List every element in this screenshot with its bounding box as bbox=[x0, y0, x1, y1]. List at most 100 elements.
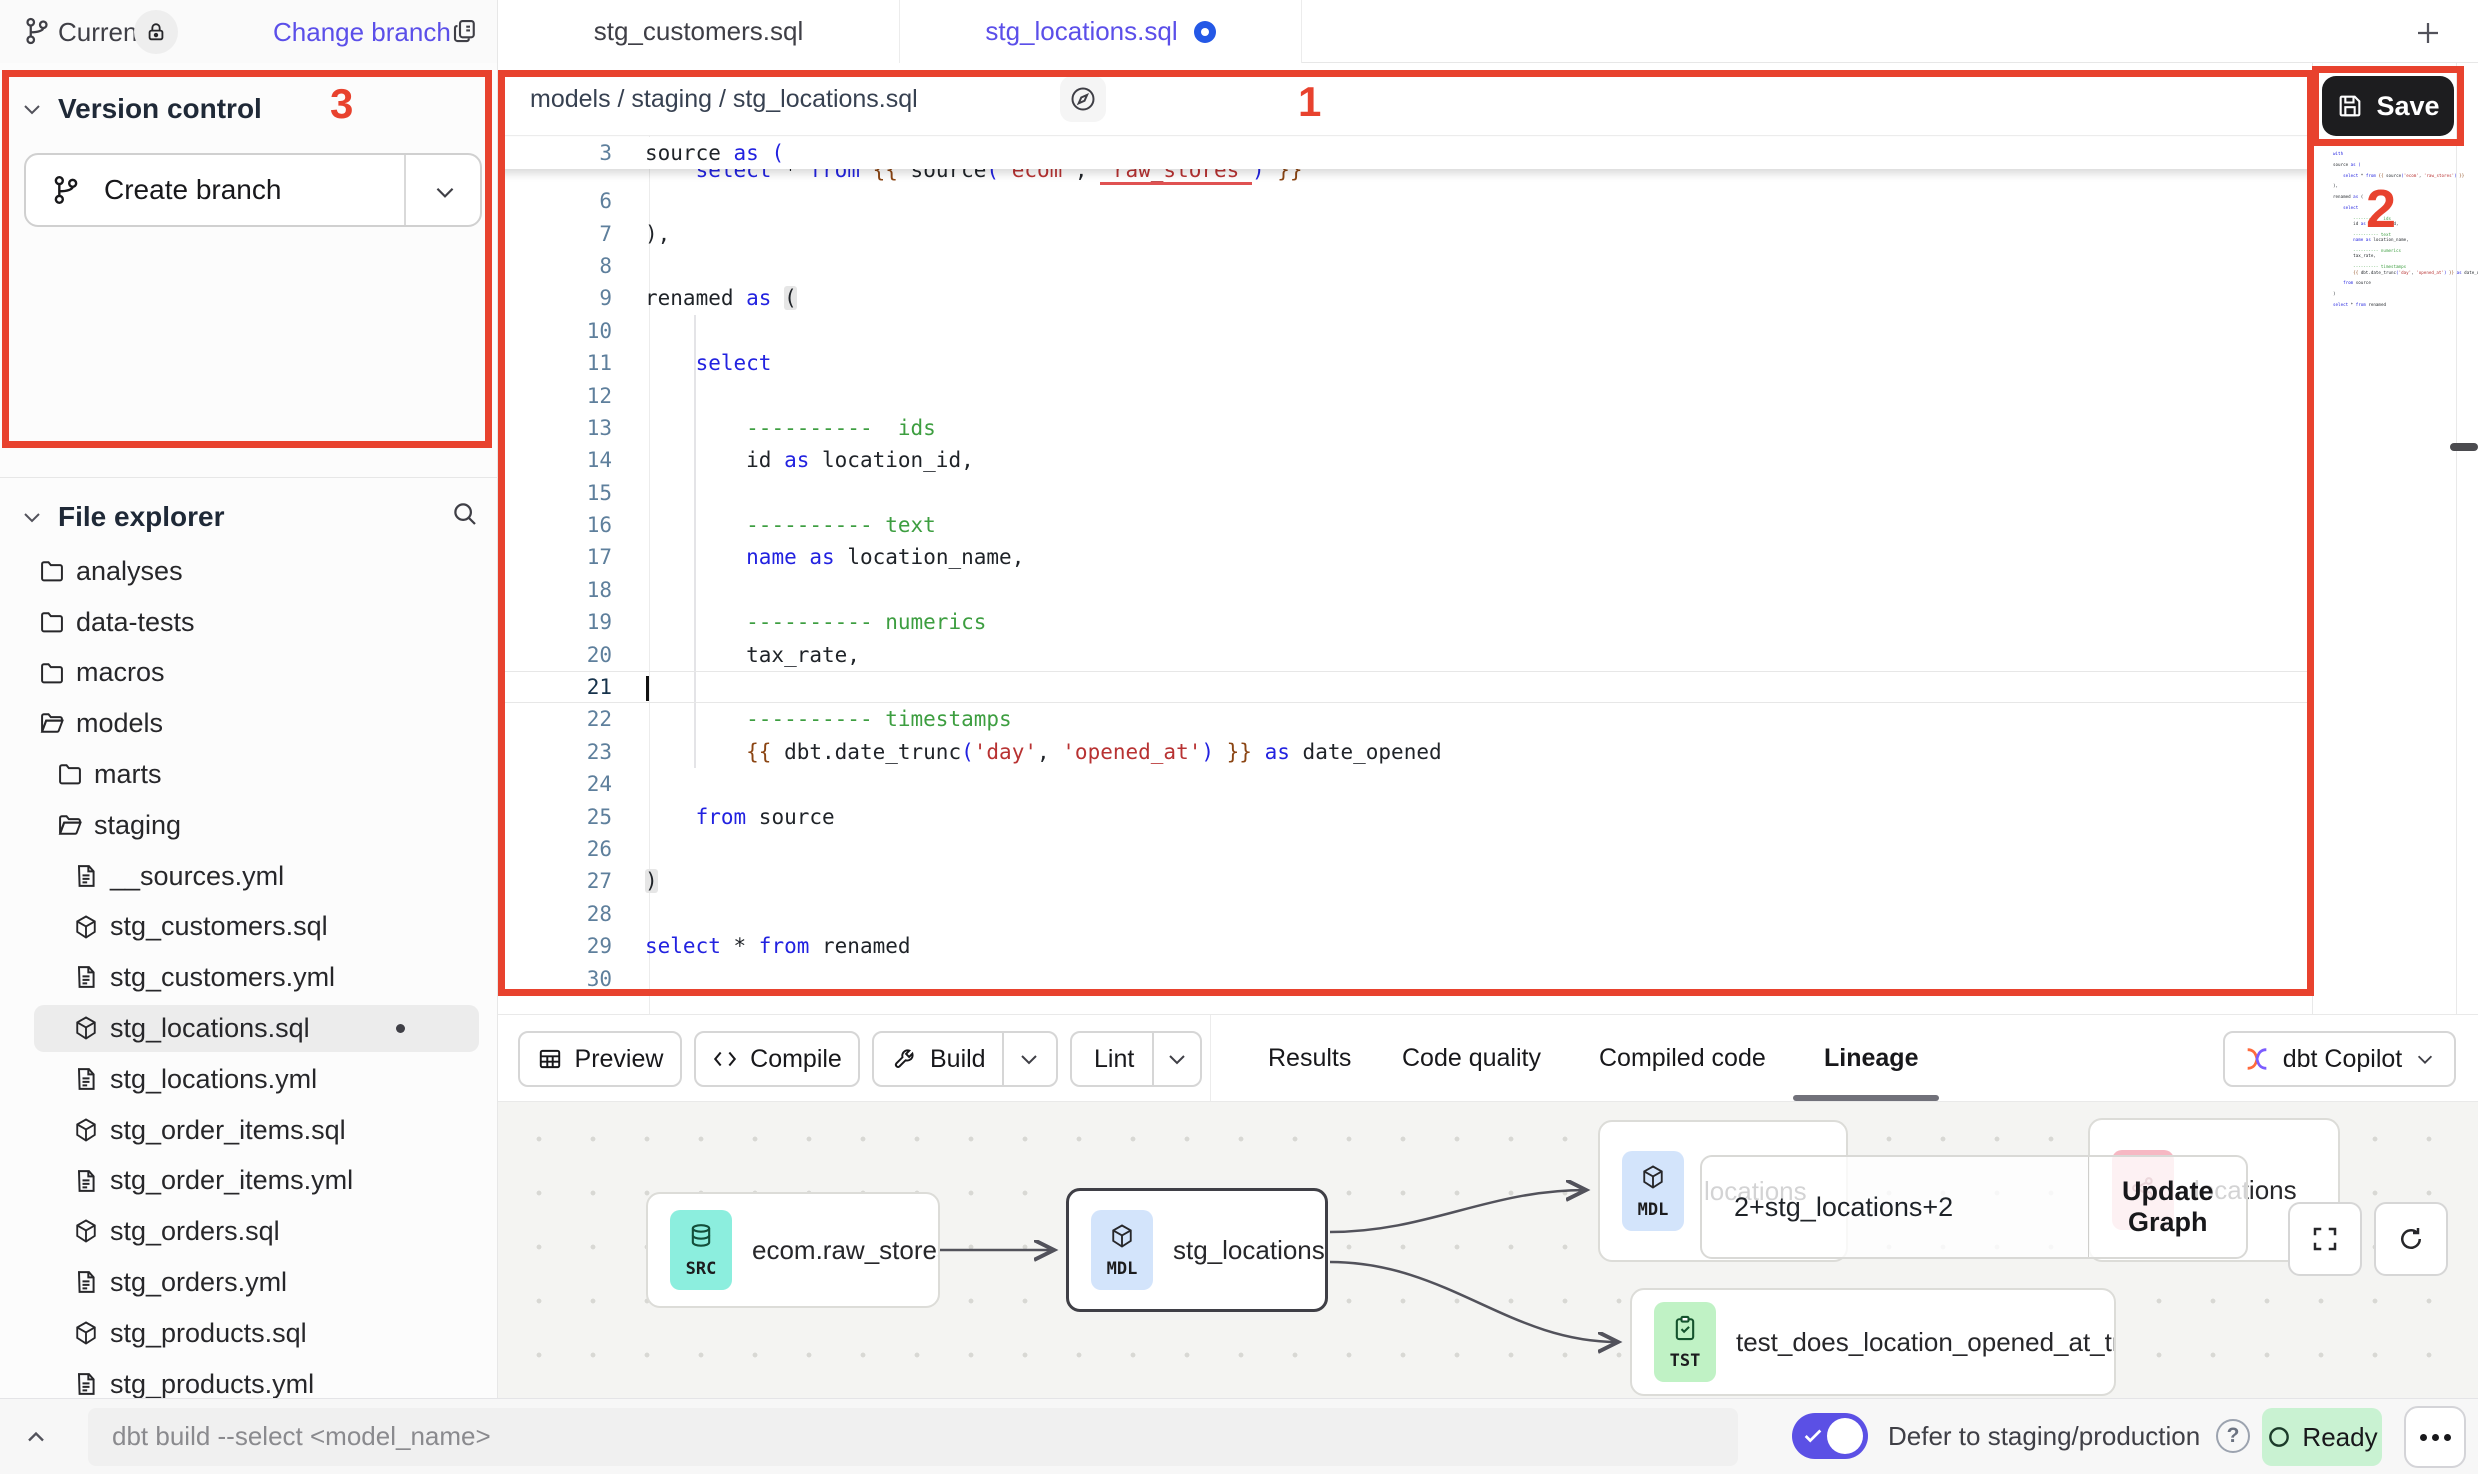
file-tree-item-__sources.yml[interactable]: __sources.yml bbox=[0, 851, 497, 902]
file-tree-item-stg_customers.sql[interactable]: stg_customers.sql bbox=[0, 902, 497, 953]
minimap-panel: withsource as ( select * from {{ source(… bbox=[2312, 63, 2478, 1014]
build-dropdown[interactable] bbox=[1002, 1033, 1054, 1085]
lineage-node-stg_locations[interactable]: MDLstg_locations bbox=[1066, 1188, 1328, 1312]
compile-button[interactable]: Compile bbox=[694, 1031, 860, 1087]
node-type-badge: SRC bbox=[670, 1210, 732, 1290]
copilot-compass-button[interactable] bbox=[1060, 76, 1106, 122]
folder-icon bbox=[38, 659, 66, 694]
preview-button[interactable]: Preview bbox=[518, 1031, 682, 1087]
search-icon[interactable] bbox=[450, 499, 480, 529]
git-branch-icon bbox=[22, 16, 52, 46]
code-line-9: 9renamed as ( bbox=[498, 282, 2312, 314]
file-tree-item-stg_orders.sql[interactable]: stg_orders.sql bbox=[0, 1206, 497, 1257]
code-line-21: 21 bbox=[498, 671, 2312, 703]
code-line-22: 22 ---------- timestamps bbox=[498, 703, 2312, 735]
badge-label: MDL bbox=[1107, 1259, 1138, 1279]
minimap[interactable]: withsource as ( select * from {{ source(… bbox=[2333, 151, 2451, 313]
code-line-17: 17 name as location_name, bbox=[498, 541, 2312, 573]
branch-read-only-badge bbox=[134, 10, 178, 54]
file-tree-item-stg_order_items.yml[interactable]: stg_order_items.yml bbox=[0, 1156, 497, 1207]
panel-resize-handle[interactable] bbox=[2450, 443, 2478, 451]
chevron-down-icon bbox=[1017, 1047, 1041, 1071]
editor-tab-stg_locations.sql[interactable]: stg_locations.sql bbox=[900, 0, 1302, 63]
lineage-node-test_does_location_opened_at_trunc_t-[interactable]: TSTtest_does_location_opened_at_trunc_t… bbox=[1630, 1288, 2116, 1396]
file-name: stg_order_items.yml bbox=[110, 1165, 353, 1196]
line-number: 19 bbox=[498, 610, 612, 634]
chevron-down-icon[interactable] bbox=[432, 179, 458, 205]
doc-icon bbox=[72, 1268, 100, 1303]
file-tree-item-stg_locations.yml[interactable]: stg_locations.yml bbox=[0, 1054, 497, 1105]
code-line-30: 30 bbox=[498, 962, 2312, 994]
lineage-graph[interactable]: SRCecom.raw_storesMDLstg_locationsMDLloc… bbox=[498, 1102, 2478, 1398]
code-icon bbox=[712, 1046, 738, 1072]
help-icon[interactable]: ? bbox=[2216, 1419, 2250, 1453]
lineage-selector-input[interactable] bbox=[1702, 1157, 2088, 1257]
plus-icon bbox=[2413, 18, 2443, 48]
divider bbox=[0, 477, 497, 478]
update-graph-button[interactable]: Update Graph bbox=[2089, 1176, 2246, 1238]
build-button[interactable]: Build bbox=[872, 1031, 1058, 1087]
file-tree-item-stg_orders.yml[interactable]: stg_orders.yml bbox=[0, 1257, 497, 1308]
create-branch-button[interactable]: Create branch bbox=[24, 153, 482, 227]
code-text: name as location_name, bbox=[645, 545, 1024, 569]
line-number: 3 bbox=[498, 141, 612, 165]
compass-icon bbox=[1069, 85, 1097, 113]
folder-open-icon bbox=[38, 709, 66, 744]
refresh-icon bbox=[2396, 1224, 2426, 1254]
panel-tab-compiled-code[interactable]: Compiled code bbox=[1599, 1015, 1766, 1101]
version-control-header[interactable]: Version control bbox=[20, 93, 262, 125]
file-tree-item-models[interactable]: models bbox=[0, 698, 497, 749]
code-line-29: 29select * from renamed bbox=[498, 930, 2312, 962]
line-number: 13 bbox=[498, 416, 612, 440]
file-tree-item-stg_order_items.sql[interactable]: stg_order_items.sql bbox=[0, 1105, 497, 1156]
preview-label: Preview bbox=[575, 1045, 664, 1074]
file-tree-item-data-tests[interactable]: data-tests bbox=[0, 597, 497, 648]
change-branch-link[interactable]: Change branch bbox=[273, 17, 451, 48]
ready-label: Ready bbox=[2302, 1422, 2377, 1453]
lineage-selector-overlay: Update Graph bbox=[1700, 1155, 2248, 1259]
line-number: 20 bbox=[498, 643, 612, 667]
code-text: source as ( bbox=[645, 141, 784, 165]
fullscreen-button[interactable] bbox=[2288, 1202, 2362, 1276]
new-tab-button[interactable] bbox=[2408, 13, 2448, 53]
file-tree-item-macros[interactable]: macros bbox=[0, 648, 497, 699]
file-name: stg_locations.sql bbox=[110, 1013, 310, 1044]
editor-tab-stg_customers.sql[interactable]: stg_customers.sql bbox=[498, 0, 900, 63]
file-tree-item-staging[interactable]: staging bbox=[0, 800, 497, 851]
version-control-title: Version control bbox=[58, 93, 262, 125]
file-name: data-tests bbox=[76, 607, 195, 638]
chevron-up-icon[interactable] bbox=[22, 1423, 50, 1451]
copy-icon[interactable] bbox=[450, 16, 480, 46]
sticky-scroll-line: 3 source as ( bbox=[498, 137, 2312, 169]
code-text: tax_rate, bbox=[645, 643, 860, 667]
file-tree-item-stg_locations.sql[interactable]: stg_locations.sql bbox=[0, 1003, 497, 1054]
file-tree-item-analyses[interactable]: analyses bbox=[0, 546, 497, 597]
defer-toggle[interactable] bbox=[1792, 1413, 1868, 1459]
lint-dropdown[interactable] bbox=[1152, 1033, 1200, 1085]
line-number: 30 bbox=[498, 967, 612, 991]
more-options-button[interactable] bbox=[2404, 1406, 2466, 1468]
code-editor[interactable]: 67),89renamed as (1011 select1213 ------… bbox=[498, 136, 2312, 1014]
node-type-badge: MDL bbox=[1622, 1151, 1684, 1231]
line-number: 8 bbox=[498, 254, 612, 278]
file-explorer-header[interactable]: File explorer bbox=[20, 501, 480, 533]
refresh-button[interactable] bbox=[2374, 1202, 2448, 1276]
panel-tab-code-quality[interactable]: Code quality bbox=[1402, 1015, 1541, 1101]
top-bar: Current Change branch stg_customers.sqls… bbox=[0, 0, 2478, 63]
doc-icon bbox=[72, 1065, 100, 1100]
panel-tab-lineage[interactable]: Lineage bbox=[1824, 1015, 1918, 1101]
save-button[interactable]: Save bbox=[2322, 76, 2454, 136]
panel-tab-results[interactable]: Results bbox=[1268, 1015, 1351, 1101]
lint-button[interactable]: Lint bbox=[1070, 1031, 1202, 1087]
file-tree-item-marts[interactable]: marts bbox=[0, 749, 497, 800]
current-branch-label: Current bbox=[58, 17, 145, 48]
dbt-copilot-button[interactable]: dbt Copilot bbox=[2223, 1031, 2456, 1087]
line-number: 27 bbox=[498, 869, 612, 893]
chevron-down-icon bbox=[1165, 1047, 1189, 1071]
lineage-node-ecom-raw_stores[interactable]: SRCecom.raw_stores bbox=[646, 1192, 940, 1308]
line-number: 26 bbox=[498, 837, 612, 861]
compile-label: Compile bbox=[750, 1045, 842, 1074]
lock-icon bbox=[145, 21, 167, 43]
file-tree-item-stg_products.sql[interactable]: stg_products.sql bbox=[0, 1308, 497, 1359]
file-tree-item-stg_customers.yml[interactable]: stg_customers.yml bbox=[0, 952, 497, 1003]
